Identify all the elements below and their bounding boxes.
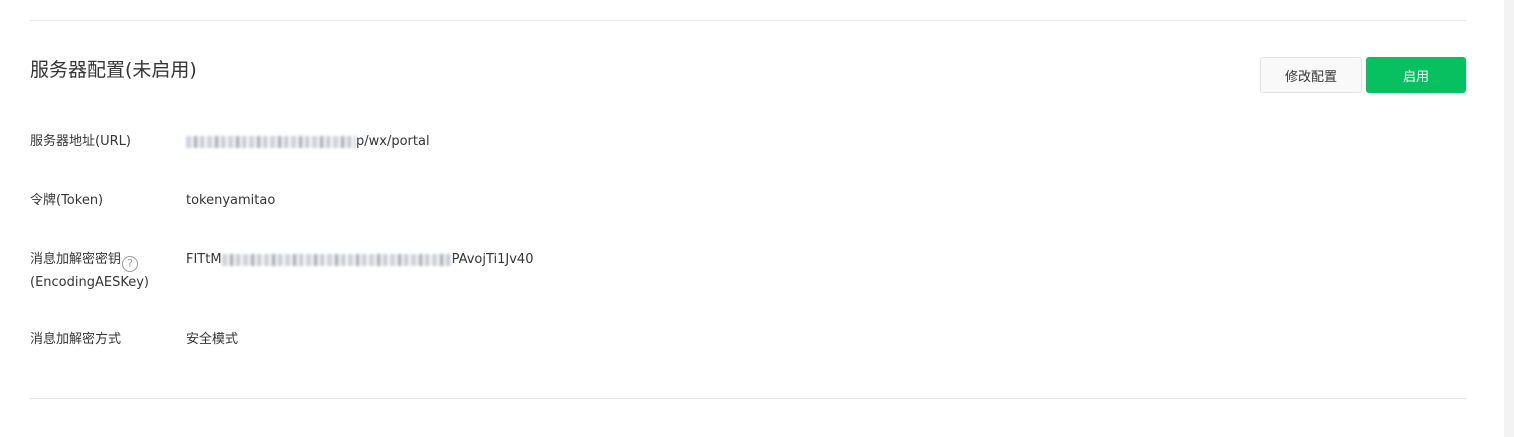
aeskey-label-line1: 消息加解密密钥 — [30, 252, 122, 267]
aeskey-label-line2: (EncodingAESKey) — [30, 275, 149, 290]
url-value: p/wx/portal — [186, 131, 430, 153]
aeskey-label: 消息加解密密钥? (EncodingAESKey) — [30, 249, 149, 294]
modify-config-button[interactable]: 修改配置 — [1260, 57, 1362, 93]
token-label: 令牌(Token) — [30, 193, 104, 208]
top-divider — [30, 20, 1466, 21]
server-config-panel: 服务器配置(未启用) 修改配置 启用 服务器地址(URL) p/wx/porta… — [30, 0, 1466, 437]
enable-button[interactable]: 启用 — [1366, 57, 1466, 93]
bottom-divider — [30, 398, 1466, 399]
encrypt-mode-value: 安全模式 — [186, 332, 239, 347]
question-circle-icon[interactable]: ? — [122, 256, 139, 272]
scrollbar-track[interactable] — [1504, 0, 1514, 437]
redacted-aeskey-part — [221, 254, 452, 266]
aeskey-value-suffix: PAvojTi1Jv40 — [451, 252, 534, 267]
token-value: tokenyamitao — [186, 193, 276, 208]
aeskey-value-prefix: FITtM — [186, 252, 222, 267]
redacted-url-part — [186, 136, 356, 148]
url-label: 服务器地址(URL) — [30, 134, 131, 149]
encrypt-mode-label: 消息加解密方式 — [30, 332, 122, 347]
aeskey-value: FITtM PAvojTi1Jv40 — [186, 249, 533, 271]
server-config-page: 服务器配置(未启用) 修改配置 启用 服务器地址(URL) p/wx/porta… — [0, 0, 1514, 437]
section-title: 服务器配置(未启用) — [30, 59, 197, 81]
url-value-suffix: p/wx/portal — [356, 134, 430, 149]
